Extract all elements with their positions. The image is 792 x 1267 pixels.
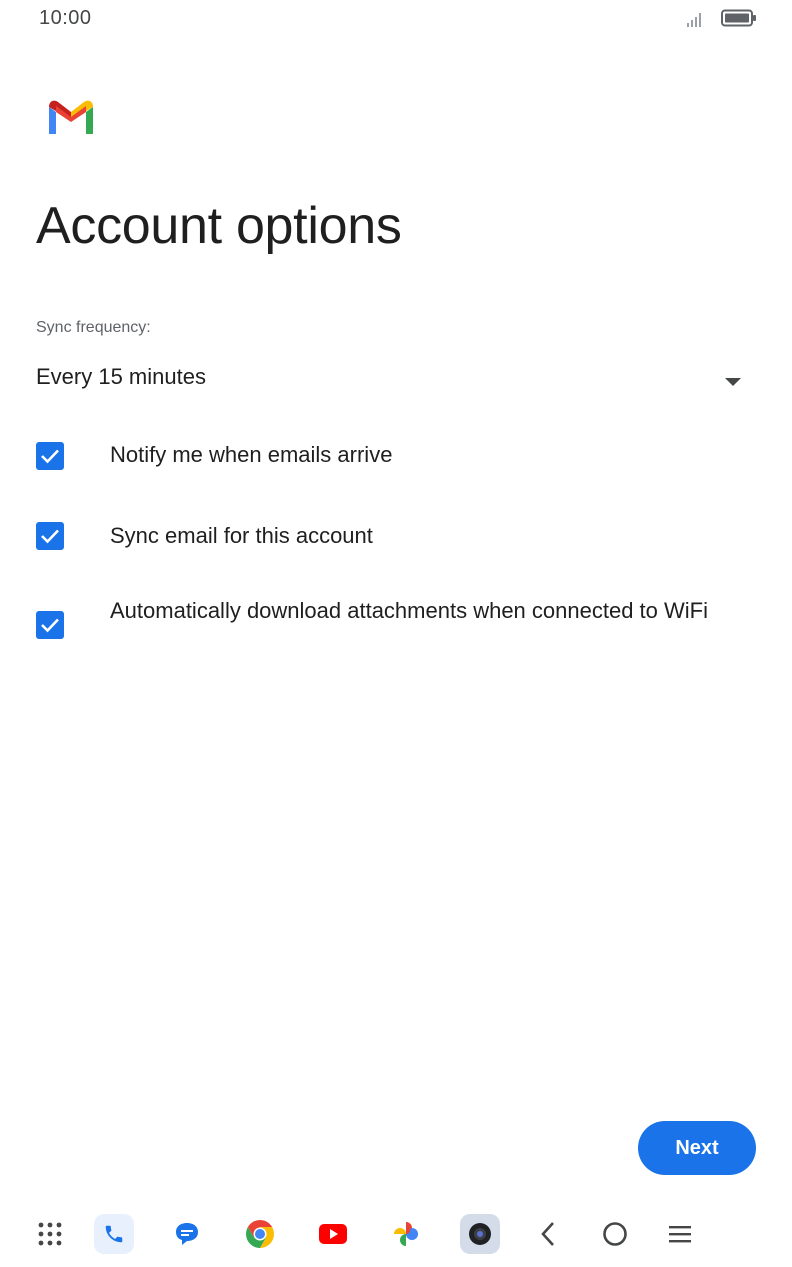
checkmark-icon [41,618,59,633]
chrome-icon[interactable] [240,1214,280,1254]
status-bar: 10:00 [0,0,792,40]
back-icon[interactable] [528,1214,568,1254]
page-title: Account options [36,197,402,255]
download-attachments-label: Automatically download attachments when … [110,598,708,623]
gmail-logo-icon [46,98,96,141]
checkmark-icon [41,449,59,464]
camera-icon[interactable] [460,1214,500,1254]
taskbar [0,1200,792,1267]
sync-frequency-value: Every 15 minutes [36,364,206,389]
messages-icon[interactable] [167,1214,207,1254]
next-button[interactable]: Next [638,1121,756,1175]
battery-icon [721,9,757,32]
status-time: 10:00 [39,7,92,29]
sync-frequency-label: Sync frequency: [36,319,151,336]
youtube-icon[interactable] [313,1214,353,1254]
sync-email-label: Sync email for this account [110,523,373,548]
home-icon[interactable] [595,1214,635,1254]
sync-email-checkbox[interactable] [36,522,64,550]
notify-checkbox[interactable] [36,442,64,470]
photos-icon[interactable] [386,1214,426,1254]
checkmark-icon [41,529,59,544]
notify-label: Notify me when emails arrive [110,442,393,467]
download-attachments-checkbox[interactable] [36,611,64,639]
recents-icon[interactable] [660,1214,700,1254]
arrow-drop-down-icon [724,374,742,392]
sync-frequency-dropdown[interactable]: Every 15 minutes [36,360,748,400]
phone-icon[interactable] [94,1214,134,1254]
signal-icon [686,10,706,33]
app-drawer-icon[interactable] [30,1214,70,1254]
